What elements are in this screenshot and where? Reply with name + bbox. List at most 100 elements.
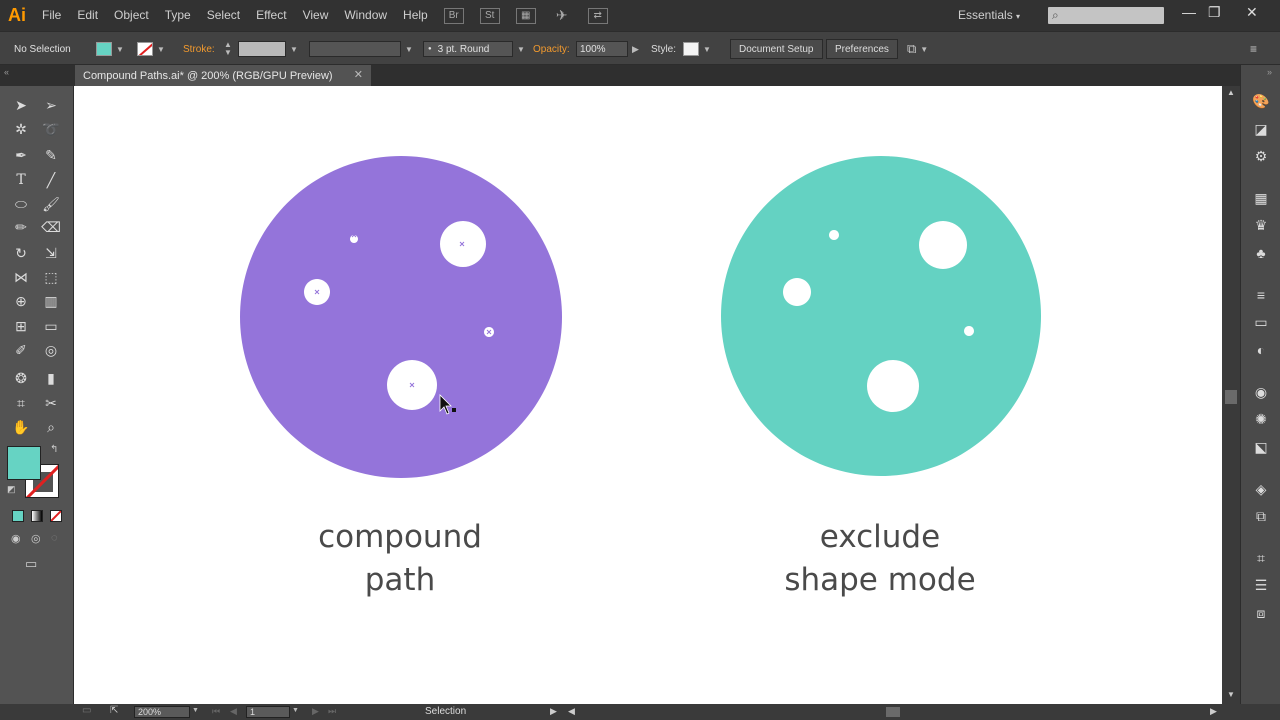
vertical-scrollbar[interactable]: ▲ ▼: [1222, 86, 1240, 704]
graphic-style-swatch[interactable]: [683, 42, 699, 56]
chevron-down-icon[interactable]: ▼: [517, 45, 525, 54]
menu-edit[interactable]: Edit: [69, 0, 106, 31]
hand-tool-icon[interactable]: ✋: [10, 417, 32, 437]
column-graph-tool-icon[interactable]: ▮: [40, 368, 62, 388]
blend-tool-icon[interactable]: ◎: [40, 340, 62, 360]
menu-window[interactable]: Window: [336, 0, 395, 31]
panel-menu-icon[interactable]: ≡: [1250, 42, 1257, 56]
previous-artboard-icon[interactable]: ◀: [230, 706, 237, 717]
stroke-label[interactable]: Stroke:: [183, 44, 215, 55]
first-artboard-icon[interactable]: ⏮: [212, 706, 220, 717]
lasso-tool-icon[interactable]: ➰: [40, 119, 62, 139]
chevron-down-icon[interactable]: ▼: [116, 45, 124, 54]
chevron-down-icon[interactable]: ▼: [192, 707, 199, 714]
fill-color-control[interactable]: ▼: [96, 32, 124, 66]
zoom-level-field[interactable]: 200%: [134, 706, 190, 718]
next-artboard-icon[interactable]: ▶: [312, 706, 319, 717]
scroll-up-icon[interactable]: ▲: [1227, 88, 1235, 97]
menu-select[interactable]: Select: [199, 0, 248, 31]
image-trace-icon[interactable]: ⬕: [1252, 438, 1270, 456]
artboard-canvas[interactable]: compound path exclude shape mode: [74, 86, 1222, 704]
opacity-label[interactable]: Opacity:: [533, 44, 570, 55]
menu-help[interactable]: Help: [395, 0, 436, 31]
swatches-panel-icon[interactable]: ▦: [1252, 189, 1270, 207]
collapse-toolbar-icon[interactable]: «: [4, 67, 9, 77]
stock-icon[interactable]: St: [479, 7, 500, 24]
brushes-panel-icon[interactable]: ♛: [1252, 216, 1270, 234]
vertical-scroll-thumb[interactable]: [1225, 390, 1237, 404]
expand-panels-icon[interactable]: »: [1267, 67, 1272, 77]
scroll-right-icon[interactable]: ▶: [1210, 706, 1217, 717]
arrange-documents-icon[interactable]: ▦: [515, 7, 536, 24]
line-segment-tool-icon[interactable]: ╱: [40, 170, 62, 190]
pathfinder-panel-icon[interactable]: ⧈: [1252, 604, 1270, 622]
shape-builder-tool-icon[interactable]: ⊕: [10, 291, 32, 311]
workspace-switcher[interactable]: Essentials ▾: [958, 8, 1020, 22]
slice-tool-icon[interactable]: ✂: [40, 393, 62, 413]
compound-path-circle[interactable]: [240, 156, 563, 479]
magic-wand-tool-icon[interactable]: ✲: [10, 119, 32, 139]
menu-file[interactable]: File: [34, 0, 69, 31]
opacity-field[interactable]: 100%: [576, 41, 628, 57]
align-panel-icon[interactable]: ☰: [1252, 576, 1270, 594]
symbols-panel-icon[interactable]: ♣: [1252, 244, 1270, 262]
swap-colors-icon[interactable]: ↰: [50, 444, 58, 455]
screen-mode-icon[interactable]: ▭: [25, 556, 37, 572]
horizontal-scroll-thumb[interactable]: [886, 707, 900, 717]
scroll-down-icon[interactable]: ▼: [1227, 690, 1235, 699]
sync-settings-icon[interactable]: ⇄: [587, 7, 608, 24]
exclude-shape-circle[interactable]: [721, 156, 1042, 476]
pen-tool-icon[interactable]: ✒: [10, 145, 32, 165]
artboard-tool-icon[interactable]: ⌗: [10, 393, 32, 413]
color-panel-icon[interactable]: 🎨: [1252, 92, 1270, 110]
arrange-icon[interactable]: ⧉: [907, 41, 916, 57]
gpu-performance-icon[interactable]: ✈: [552, 7, 572, 24]
gradient-mode-icon[interactable]: [31, 510, 43, 522]
graphic-styles-icon[interactable]: ✺: [1252, 410, 1270, 428]
chevron-right-icon[interactable]: ▶: [632, 44, 639, 55]
status-menu-icon[interactable]: ▶: [550, 706, 557, 717]
scroll-left-icon[interactable]: ◀: [568, 706, 575, 717]
close-icon[interactable]: ✕: [1246, 4, 1258, 21]
menu-object[interactable]: Object: [106, 0, 157, 31]
menu-type[interactable]: Type: [157, 0, 199, 31]
curvature-tool-icon[interactable]: ✎: [40, 145, 62, 165]
gradient-panel-icon[interactable]: ▭: [1252, 313, 1270, 331]
draw-behind-icon[interactable]: ◎: [31, 532, 41, 545]
stroke-color-control[interactable]: ▼: [137, 32, 165, 66]
stroke-panel-icon[interactable]: ≡: [1252, 286, 1270, 304]
chevron-down-icon[interactable]: ▼: [703, 45, 711, 54]
ellipse-tool-icon[interactable]: ⬭: [10, 194, 32, 214]
symbol-sprayer-tool-icon[interactable]: ❂: [10, 368, 32, 388]
document-tab[interactable]: Compound Paths.ai* @ 200% (RGB/GPU Previ…: [75, 65, 371, 86]
stroke-weight-field[interactable]: [238, 41, 286, 57]
artboard-nav-icon[interactable]: ▭: [82, 705, 91, 716]
brush-definition[interactable]: ● 3 pt. Round: [423, 41, 513, 57]
close-tab-icon[interactable]: ✕: [354, 68, 363, 81]
compound-path-artwork[interactable]: [240, 156, 563, 479]
draw-inside-icon[interactable]: ◌: [51, 532, 58, 544]
artboards-panel-icon[interactable]: ⧉: [1252, 507, 1270, 525]
free-transform-tool-icon[interactable]: ⬚: [40, 267, 62, 287]
variable-width-profile[interactable]: [309, 41, 401, 57]
minimize-icon[interactable]: —: [1182, 4, 1196, 20]
chevron-down-icon[interactable]: ▼: [405, 45, 413, 54]
mesh-tool-icon[interactable]: ⊞: [10, 316, 32, 336]
menu-effect[interactable]: Effect: [248, 0, 294, 31]
width-tool-icon[interactable]: ⋈: [10, 267, 32, 287]
chevron-down-icon[interactable]: ▼: [920, 45, 928, 54]
none-mode-icon[interactable]: [50, 510, 62, 522]
last-artboard-icon[interactable]: ⏭: [328, 706, 336, 717]
stroke-none-swatch[interactable]: [137, 42, 153, 56]
paintbrush-tool-icon[interactable]: 🖌: [40, 194, 62, 214]
menu-view[interactable]: View: [295, 0, 337, 31]
type-tool-icon[interactable]: T: [10, 170, 32, 190]
search-input[interactable]: ⌕: [1048, 7, 1164, 24]
default-colors-icon[interactable]: ◩: [7, 484, 16, 495]
chevron-down-icon[interactable]: ▼: [290, 45, 298, 54]
chevron-down-icon[interactable]: ▼: [292, 707, 299, 714]
scale-tool-icon[interactable]: ⇲: [40, 243, 62, 263]
cc-libraries-icon[interactable]: ⚙: [1252, 147, 1270, 165]
selection-tool-icon[interactable]: ➤: [10, 95, 32, 115]
appearance-panel-icon[interactable]: ◉: [1252, 383, 1270, 401]
